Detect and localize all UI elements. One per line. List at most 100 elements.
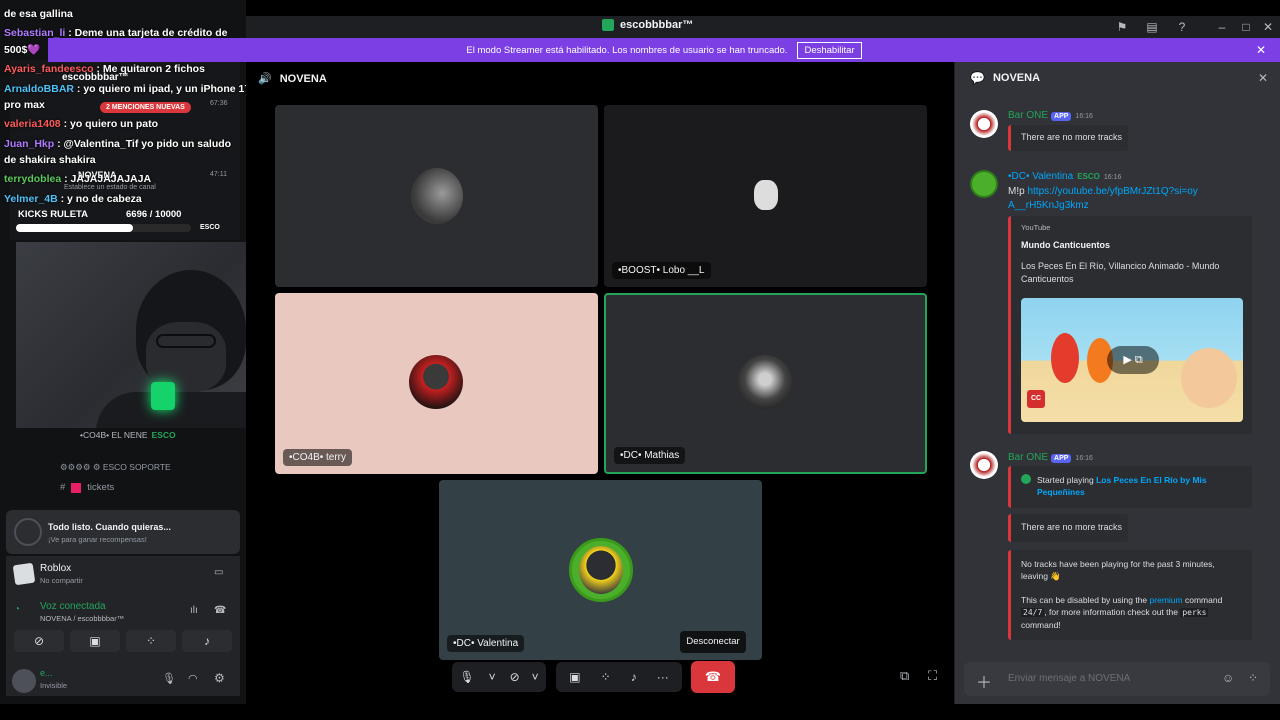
youtube-embed: YouTube Mundo Canticuentos Los Peces En … [1008,216,1252,434]
chat-line: ArnaldoBBAR : yo quiero mi ipad, y un iP… [4,83,246,95]
status-hint[interactable]: Establece un estado de canal [64,184,156,191]
disable-streamer-button[interactable]: Deshabilitar [797,41,862,59]
speaker-icon: 🔊 [258,73,272,85]
settings-icon[interactable]: ⚙ [214,671,225,685]
app-badge: APP [1051,454,1072,463]
embed-text: There are no more tracks [1021,132,1123,142]
popout-icon[interactable]: ⧉ [900,668,909,684]
video-thumbnail[interactable]: ▶ ⧉ CC [1021,298,1243,422]
participant-tile[interactable]: •BOOST• Lobo __L [604,105,927,287]
author-name[interactable]: Bar ONE [1008,452,1048,463]
fullscreen-icon[interactable]: ⛶ [928,668,937,684]
activities-button[interactable]: ⁘ [126,630,176,652]
streamer-mode-banner: El modo Streamer está habilitado. Los no… [48,38,1280,62]
message-input[interactable]: ＋ Enviar mensaje a NOVENA ☺ ⁘ [964,662,1270,696]
kicks-progress-fill [16,224,133,232]
soundboard-button[interactable]: ♪ [182,630,232,652]
loading-icon [14,518,42,546]
avatar[interactable] [12,669,36,693]
voice-channel[interactable]: NOVENA / escobbbbar™ [40,614,124,623]
soundboard-icon[interactable]: ♪ [631,670,637,684]
participant-tile[interactable]: •CO4B• terry [275,293,598,474]
inbox-icon[interactable]: ▤ [1144,19,1160,35]
noise-suppression-icon[interactable]: ılı [190,605,198,616]
participant-tile[interactable] [275,105,598,287]
game-status: No compartir [40,576,83,585]
camera-off-icon[interactable]: ⊘ [510,670,520,684]
participant-avatar [738,355,792,409]
participant-avatar [411,168,463,224]
embed-channel[interactable]: Mundo Canticuentos [1021,240,1110,250]
activities-icon[interactable]: ⁘ [601,670,611,684]
screen-share-icon[interactable]: ▣ [569,670,580,684]
mic-control[interactable]: 🎙 ˅ ⊘ ˅ [452,662,546,692]
mic-icon[interactable]: 🎙 [459,670,474,684]
author-name[interactable]: Bar ONE [1008,110,1048,121]
member-under-cam[interactable]: •CO4B• EL NENE ESCO [80,430,176,440]
window-title: escobbbbar™ [602,19,693,31]
chat-line: valeria1408 : yo quiero un pato [4,118,159,130]
stage-title: NOVENA [279,72,327,85]
avatar[interactable] [970,110,998,138]
user-name[interactable]: e... [40,668,53,678]
channel-logo-icon: CC [1027,390,1045,408]
screen-share-button[interactable]: ▣ [70,630,120,652]
participant-tile-speaking[interactable]: •DC• Mathias [604,293,927,474]
disable-message: This can be disabled by using the premiu… [1021,595,1223,630]
stream-icon[interactable]: ▭ [214,567,223,578]
now-playing-embed: Started playing Los Peces En El Río by M… [1008,466,1252,508]
disconnect-tooltip: Desconectar [680,631,746,653]
close-window-icon[interactable]: ✕ [1260,19,1276,35]
activity-card[interactable]: Todo listo. Cuando quieras... ¡Ve para g… [6,510,240,554]
apps-icon[interactable]: ⁘ [1248,671,1258,685]
participant-avatar [754,180,778,210]
stage-header: 🔊 NOVENA [258,72,327,86]
camera-off-button[interactable]: ⊘ [14,630,64,652]
maximize-icon[interactable]: □ [1238,19,1254,35]
avatar[interactable] [970,451,998,479]
bottom-bar [0,704,1280,720]
tickets-channel[interactable]: # tickets [60,482,114,493]
premium-link[interactable]: premium [1150,595,1183,605]
title-bar: escobbbbar™ ⚑ ▤ ? – □ ✕ [246,16,1280,38]
disconnect-small-icon[interactable]: ☎ [214,605,226,616]
mentions-badge[interactable]: 2 MENCIONES NUEVAS [100,102,191,113]
flag-icon[interactable]: ⚑ [1114,19,1130,35]
chevron-down-icon[interactable]: ˅ [532,670,539,684]
voice-status[interactable]: Voz conectada [40,601,106,612]
chevron-down-icon[interactable]: ˅ [489,670,496,684]
message-time: 16:16 [1103,174,1122,181]
help-icon[interactable]: ? [1174,19,1190,35]
close-chat-icon[interactable]: ✕ [1258,71,1268,85]
avatar[interactable] [970,170,998,198]
embed-title[interactable]: Los Peces En El Río, Villancico Animado … [1021,260,1231,286]
mic-icon[interactable]: 🎙 [162,672,176,685]
chat-line: Ayaris_fandeesco : Me quitaron 2 fichos [4,63,205,75]
input-placeholder: Enviar mensaje a NOVENA [1008,673,1131,684]
user-status: Invisible [40,681,68,690]
app-logo-icon [602,19,614,31]
more-icon[interactable]: ··· [657,670,669,684]
close-banner-icon[interactable]: ✕ [1256,43,1266,57]
participant-label: •DC• Valentina [447,635,525,652]
message-header: Bar ONE APP 16:16 [1008,452,1093,463]
plus-icon[interactable]: ＋ [976,669,992,693]
member-name: •CO4B• EL NENE [80,430,148,440]
participant-avatar-inner [579,546,623,594]
youtube-link[interactable]: https://youtube.be/yfpBMrJZt1Q?si=oyA__r… [1008,186,1198,211]
chat-bubble-icon: 💬 [970,71,985,85]
support-channel[interactable]: ⚙⚙⚙⚙ ⚙ ESCO SOPORTE [60,462,171,473]
author-name[interactable]: •DC• Valentina [1008,171,1073,182]
minimize-icon[interactable]: – [1214,19,1230,35]
disconnect-button[interactable]: ☎ [691,661,735,693]
participant-label: •BOOST• Lobo __L [612,262,711,279]
play-icon[interactable]: ▶ ⧉ [1107,346,1159,374]
headphones-icon[interactable]: ◠ [188,672,198,685]
overlay-time-1: 67:36 [210,100,228,107]
bot-embed: No tracks have been playing for the past… [1008,550,1252,640]
game-name: Roblox [40,563,72,574]
embed-provider: YouTube [1021,223,1051,232]
message-body: M!p https://youtube.be/yfpBMrJZt1Q?si=oy… [1008,185,1198,213]
hash-icon: # [60,482,66,493]
emoji-icon[interactable]: ☺ [1222,671,1234,685]
